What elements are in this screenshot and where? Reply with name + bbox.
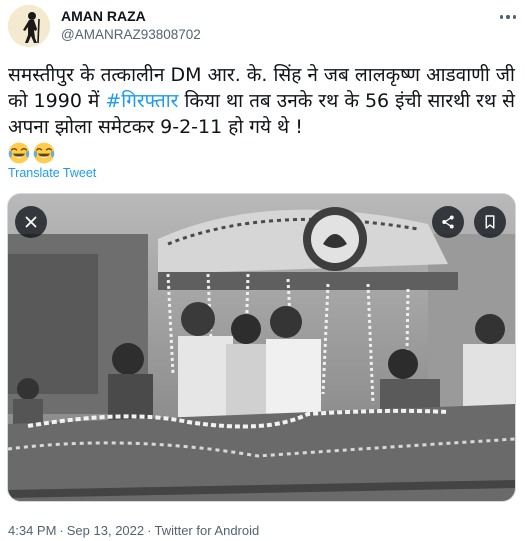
more-dot-icon: [512, 15, 517, 19]
share-icon: [442, 215, 454, 229]
tweet: AMAN RAZA @AMANRAZ93808702 समस्तीपुर के …: [0, 0, 525, 541]
translate-tweet-link[interactable]: Translate Tweet: [8, 166, 96, 180]
more-dot-icon: [499, 15, 504, 19]
face-with-tears-of-joy-icon: [8, 142, 30, 164]
tweet-date[interactable]: Sep 13, 2022: [67, 523, 144, 538]
bookmark-media-button[interactable]: [474, 206, 506, 238]
meta-separator: ·: [147, 523, 152, 538]
tweet-metadata: 4:34 PM · Sep 13, 2022 · Twitter for Android: [8, 523, 259, 538]
author-handle[interactable]: @AMANRAZ93808702: [61, 27, 201, 42]
meta-separator: ·: [59, 523, 64, 538]
share-media-button[interactable]: [432, 206, 464, 238]
more-dot-icon: [506, 15, 510, 19]
more-options-button[interactable]: [493, 7, 523, 27]
face-with-tears-of-joy-icon: [33, 142, 55, 164]
tweet-text: समस्तीपुर के तत्कालीन DM आर. के. सिंह ने…: [8, 62, 518, 166]
rath-yatra-photo: [8, 194, 515, 501]
author-name[interactable]: AMAN RAZA: [61, 8, 146, 24]
avatar[interactable]: [8, 5, 50, 47]
bookmark-icon: [485, 215, 495, 229]
hashtag-link[interactable]: #गिरफ्तार: [105, 90, 178, 112]
tweet-source[interactable]: Twitter for Android: [154, 523, 259, 538]
avatar-gandhi-silhouette-icon: [8, 5, 50, 47]
close-icon: [25, 216, 37, 228]
tweet-photo[interactable]: [7, 193, 516, 502]
tweet-time[interactable]: 4:34 PM: [8, 523, 56, 538]
close-media-button[interactable]: [15, 206, 47, 238]
